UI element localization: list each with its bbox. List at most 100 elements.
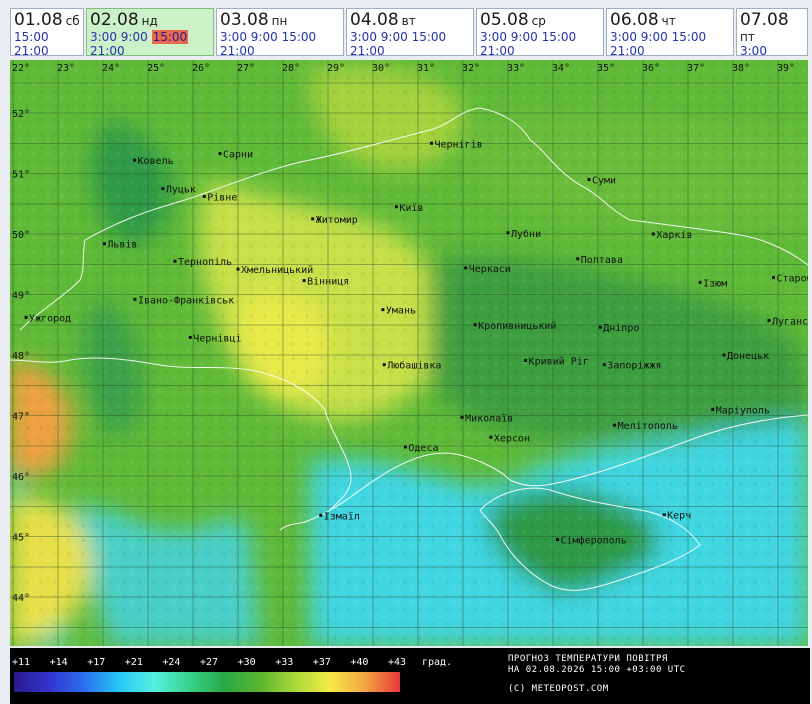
- city-marker: Чернігів: [430, 138, 483, 150]
- city-dot: [403, 445, 407, 449]
- city-marker: Ізмаїл: [319, 511, 360, 522]
- city-marker: Рівне: [202, 191, 237, 203]
- city-dot: [460, 415, 464, 419]
- city-marker: Запоріжжя: [602, 360, 661, 372]
- time-link[interactable]: 21:00: [220, 44, 255, 58]
- city-marker: Одеса: [403, 443, 439, 454]
- city-label: Полтава: [581, 255, 623, 266]
- city-marker: Полтава: [576, 255, 623, 266]
- time-link[interactable]: 9:00: [251, 30, 278, 44]
- legend-tick: +37: [312, 657, 331, 668]
- city-label: Чернівці: [193, 332, 241, 344]
- time-link[interactable]: 21:00: [350, 44, 385, 58]
- city-marker: Мелітополь: [613, 420, 678, 432]
- city-label: Кропивницький: [478, 320, 556, 332]
- time-link[interactable]: 21:00: [610, 44, 645, 58]
- time-link[interactable]: 15:00: [14, 30, 49, 44]
- time-link[interactable]: 9:00: [641, 30, 668, 44]
- city-label: Дніпро: [603, 322, 639, 334]
- time-link[interactable]: 21:00: [90, 44, 125, 58]
- city-dot: [651, 232, 655, 236]
- legend-tick: +27: [200, 657, 219, 668]
- latitude-label: 45°: [12, 533, 30, 544]
- legend-tick: +17: [87, 657, 106, 668]
- forecast-title: ПРОГНОЗ ТЕМПЕРАТУРИ ПОВІТРЯ: [508, 654, 668, 664]
- time-link[interactable]: 3:00: [350, 30, 377, 44]
- day-name: сб: [65, 14, 80, 28]
- city-marker: Львів: [102, 239, 137, 251]
- day-date: 05.08: [480, 10, 529, 30]
- city-label: Тернопіль: [178, 256, 232, 268]
- city-marker: Київ: [394, 203, 423, 214]
- time-link[interactable]: 3:00: [220, 30, 247, 44]
- day-tab-3[interactable]: 04.08 вт 3:00 9:00 15:00 21:00: [346, 8, 474, 58]
- longitude-label: 38°: [732, 63, 750, 74]
- city-dot: [662, 513, 666, 517]
- day-tab-5[interactable]: 06.08 чт 3:00 9:00 15:00 21:00: [606, 8, 734, 58]
- time-link[interactable]: 21:00: [14, 44, 49, 58]
- time-link[interactable]: 3:00: [90, 30, 117, 44]
- time-link[interactable]: 21:00: [480, 44, 515, 58]
- city-dot: [698, 280, 702, 284]
- legend-tick: +43: [388, 657, 407, 668]
- time-link[interactable]: 15:00: [412, 30, 447, 44]
- city-dot: [524, 358, 528, 362]
- city-marker: Херсон: [489, 433, 530, 444]
- day-date: 03.08: [220, 10, 269, 30]
- time-link[interactable]: 15:00: [282, 30, 317, 44]
- city-dot: [133, 158, 136, 162]
- city-marker: Чернівці: [188, 332, 241, 344]
- city-dot: [102, 242, 106, 246]
- forecast-time: НА 02.08.2026 15:00 +03:00 UTC: [508, 665, 686, 675]
- city-marker: Кривий Ріг: [524, 355, 589, 367]
- city-marker: Донецьк: [722, 351, 769, 362]
- time-link[interactable]: 9:00: [381, 30, 408, 44]
- time-link[interactable]: 3:00: [740, 44, 767, 58]
- longitude-label: 27°: [237, 63, 255, 74]
- longitude-label: 34°: [552, 63, 570, 74]
- city-marker: Хмельницький: [236, 264, 313, 276]
- legend-tick: +24: [162, 657, 181, 668]
- day-tab-4[interactable]: 05.08 ср 3:00 9:00 15:00 21:00: [476, 8, 604, 58]
- time-link[interactable]: 15:00: [542, 30, 577, 44]
- time-link[interactable]: 9:00: [511, 30, 538, 44]
- city-label: Ізюм: [703, 278, 727, 289]
- latitude-label: 46°: [12, 472, 30, 483]
- copyright: (C) METEOPOST.COM: [508, 684, 609, 694]
- city-label: Черкаси: [469, 264, 511, 275]
- time-link-selected[interactable]: 15:00: [151, 30, 189, 44]
- city-label: Харків: [656, 229, 692, 241]
- legend-color-bar: [14, 672, 400, 692]
- city-label: Луганськ: [772, 317, 808, 328]
- latitude-label: 50°: [12, 230, 30, 241]
- longitude-label: 28°: [282, 63, 300, 74]
- city-marker: Дніпро: [598, 322, 639, 334]
- city-label: Рівне: [207, 191, 237, 203]
- day-date: 04.08: [350, 10, 399, 30]
- latitude-label: 44°: [12, 593, 30, 604]
- longitude-label: 22°: [12, 63, 30, 74]
- day-selector: 01.08 сб 15:00 21:00 02.08 нд 3:00 9:00 15…: [10, 8, 810, 58]
- day-tab-1[interactable]: 02.08 нд 3:00 9:00 15:00 21:00: [86, 8, 214, 58]
- city-dot: [722, 353, 726, 357]
- city-dot: [489, 435, 493, 439]
- time-link[interactable]: 15:00: [672, 30, 707, 44]
- day-tab-0[interactable]: 01.08 сб 15:00 21:00: [10, 8, 84, 58]
- city-label: Маріуполь: [716, 404, 770, 416]
- day-tab-2[interactable]: 03.08 пн 3:00 9:00 15:00 21:00: [216, 8, 344, 58]
- city-marker: Миколаїв: [460, 413, 513, 424]
- day-tab-6[interactable]: 07.08 пт 3:00: [736, 8, 808, 58]
- time-link[interactable]: 3:00: [480, 30, 507, 44]
- longitude-label: 32°: [462, 63, 480, 74]
- city-label: Київ: [399, 203, 423, 214]
- longitude-label: 23°: [57, 63, 75, 74]
- city-marker: Старобільськ: [772, 273, 808, 285]
- city-dot: [394, 205, 398, 209]
- longitude-label: 25°: [147, 63, 165, 74]
- city-label: Керч: [667, 511, 691, 522]
- city-marker: Черкаси: [464, 264, 511, 275]
- city-label: Хмельницький: [241, 264, 313, 276]
- city-marker: Луцьк: [161, 185, 196, 196]
- time-link[interactable]: 3:00: [610, 30, 637, 44]
- time-link[interactable]: 9:00: [121, 30, 148, 44]
